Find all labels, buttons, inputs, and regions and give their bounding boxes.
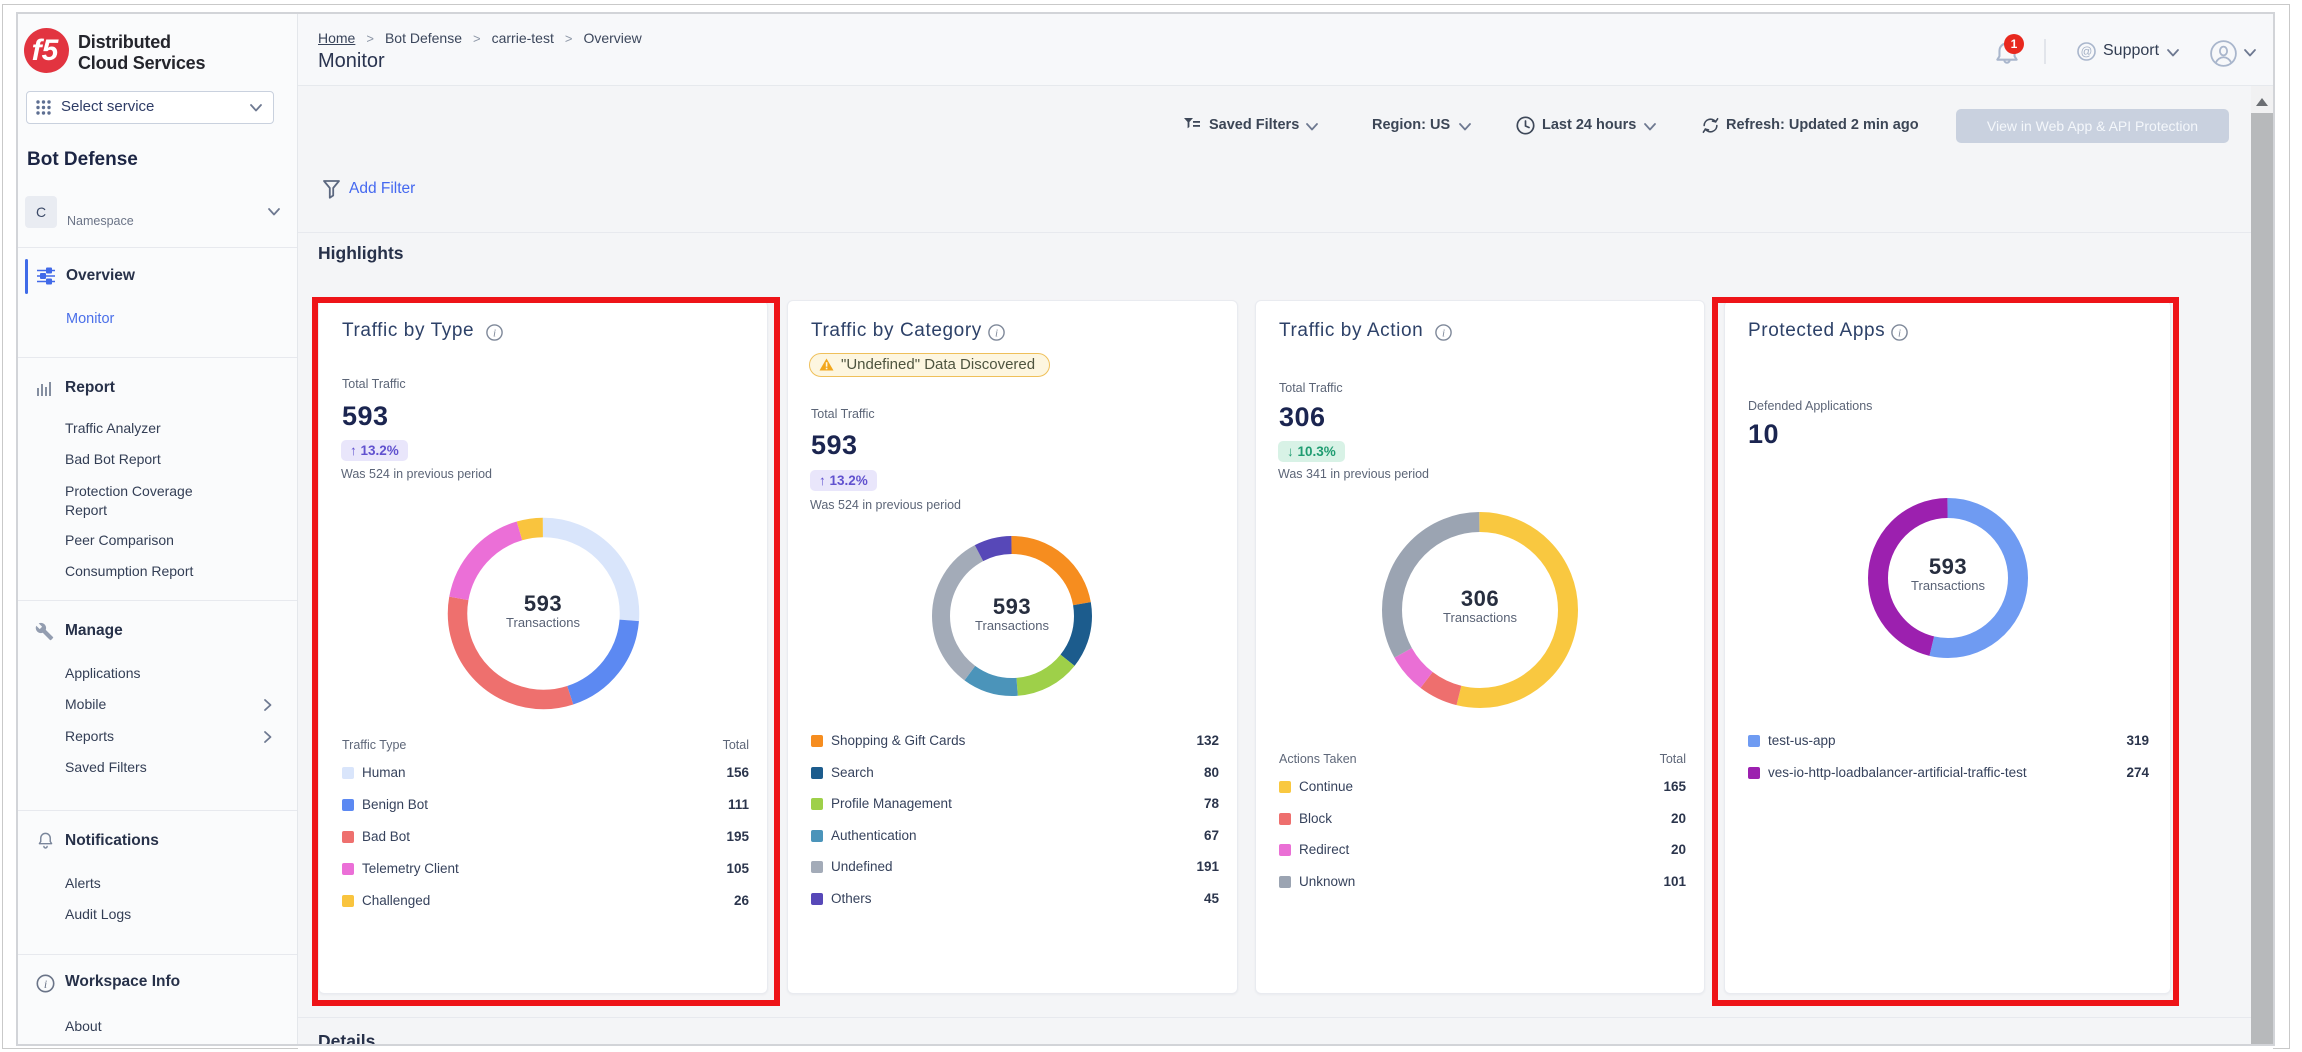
svg-text:i: i — [44, 977, 47, 991]
svg-text:@: @ — [2081, 47, 2093, 59]
svg-text:f5: f5 — [32, 34, 60, 67]
svg-text:i: i — [1442, 328, 1445, 340]
svg-text:i: i — [995, 328, 998, 340]
